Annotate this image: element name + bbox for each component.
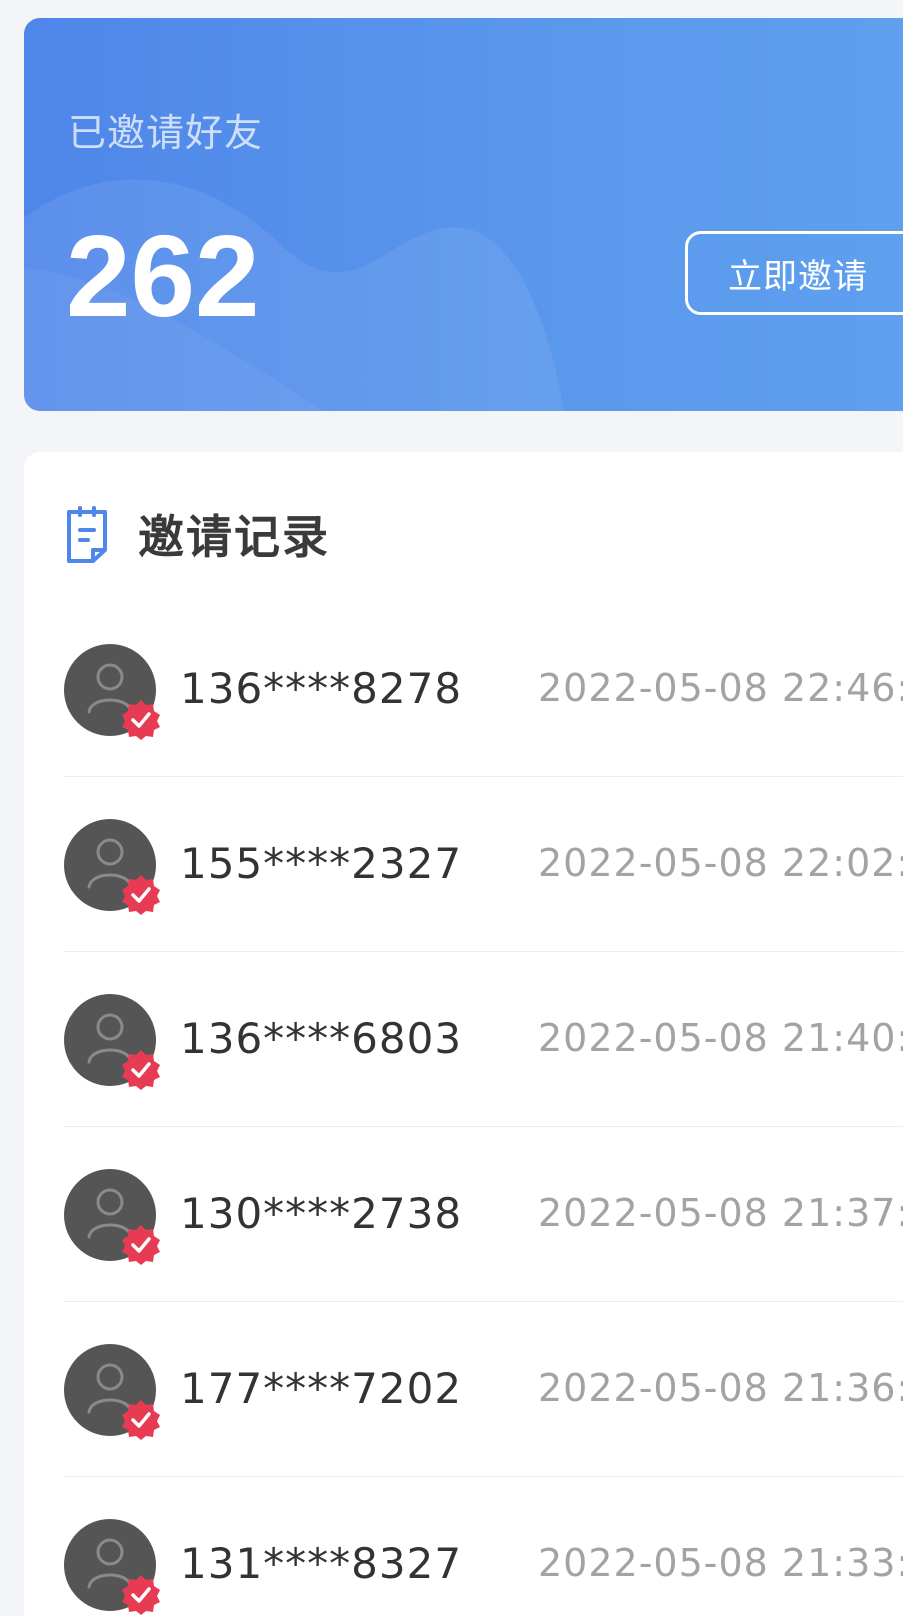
- record-phone: 130****2738: [180, 1189, 463, 1238]
- avatar: [64, 994, 160, 1090]
- record-phone: 177****7202: [180, 1364, 463, 1413]
- avatar: [64, 819, 160, 915]
- invited-friends-label: 已邀请好友: [68, 111, 264, 155]
- record-time: 2022-05-08 21:33:: [538, 1541, 903, 1585]
- invite-records-header: 邀请记录: [64, 504, 330, 564]
- invite-record-row[interactable]: 130****2738 2022-05-08 21:37:: [64, 1127, 903, 1302]
- verified-check-icon: [122, 700, 160, 740]
- invite-record-row[interactable]: 131****8327 2022-05-08 21:33:: [64, 1477, 903, 1616]
- invite-record-row[interactable]: 136****6803 2022-05-08 21:40:: [64, 952, 903, 1127]
- record-phone: 131****8327: [180, 1539, 463, 1588]
- avatar: [64, 1344, 160, 1440]
- invited-friends-summary-card: 已邀请好友 262 立即邀请: [24, 18, 903, 411]
- verified-check-icon: [122, 875, 160, 915]
- verified-check-icon: [122, 1400, 160, 1440]
- verified-check-icon: [122, 1225, 160, 1265]
- invite-record-row[interactable]: 177****7202 2022-05-08 21:36:: [64, 1302, 903, 1477]
- record-phone: 155****2327: [180, 839, 463, 888]
- avatar: [64, 1519, 160, 1615]
- invite-records-title: 邀请记录: [138, 510, 330, 564]
- record-time: 2022-05-08 21:36:: [538, 1366, 903, 1410]
- record-time: 2022-05-08 21:40:: [538, 1016, 903, 1060]
- record-phone: 136****8278: [180, 664, 463, 713]
- verified-check-icon: [122, 1575, 160, 1615]
- invite-record-list: 136****8278 2022-05-08 22:46: 155****232…: [64, 602, 903, 1616]
- invite-now-button[interactable]: 立即邀请: [685, 231, 903, 315]
- verified-check-icon: [122, 1050, 160, 1090]
- record-phone: 136****6803: [180, 1014, 463, 1063]
- invite-records-card: 邀请记录 136****8278 2022-05-08 22:46: 155**…: [24, 452, 903, 1616]
- record-time: 2022-05-08 22:02:: [538, 841, 903, 885]
- invite-record-row[interactable]: 136****8278 2022-05-08 22:46:: [64, 602, 903, 777]
- invite-page: 已邀请好友 262 立即邀请 邀请记录 136****8278 2022-05-…: [0, 0, 903, 1616]
- avatar: [64, 1169, 160, 1265]
- invited-friends-count: 262: [66, 211, 260, 341]
- record-time: 2022-05-08 21:37:: [538, 1191, 903, 1235]
- invite-record-row[interactable]: 155****2327 2022-05-08 22:02:: [64, 777, 903, 952]
- clipboard-list-icon: [64, 504, 110, 564]
- record-time: 2022-05-08 22:46:: [538, 666, 903, 710]
- avatar: [64, 644, 160, 740]
